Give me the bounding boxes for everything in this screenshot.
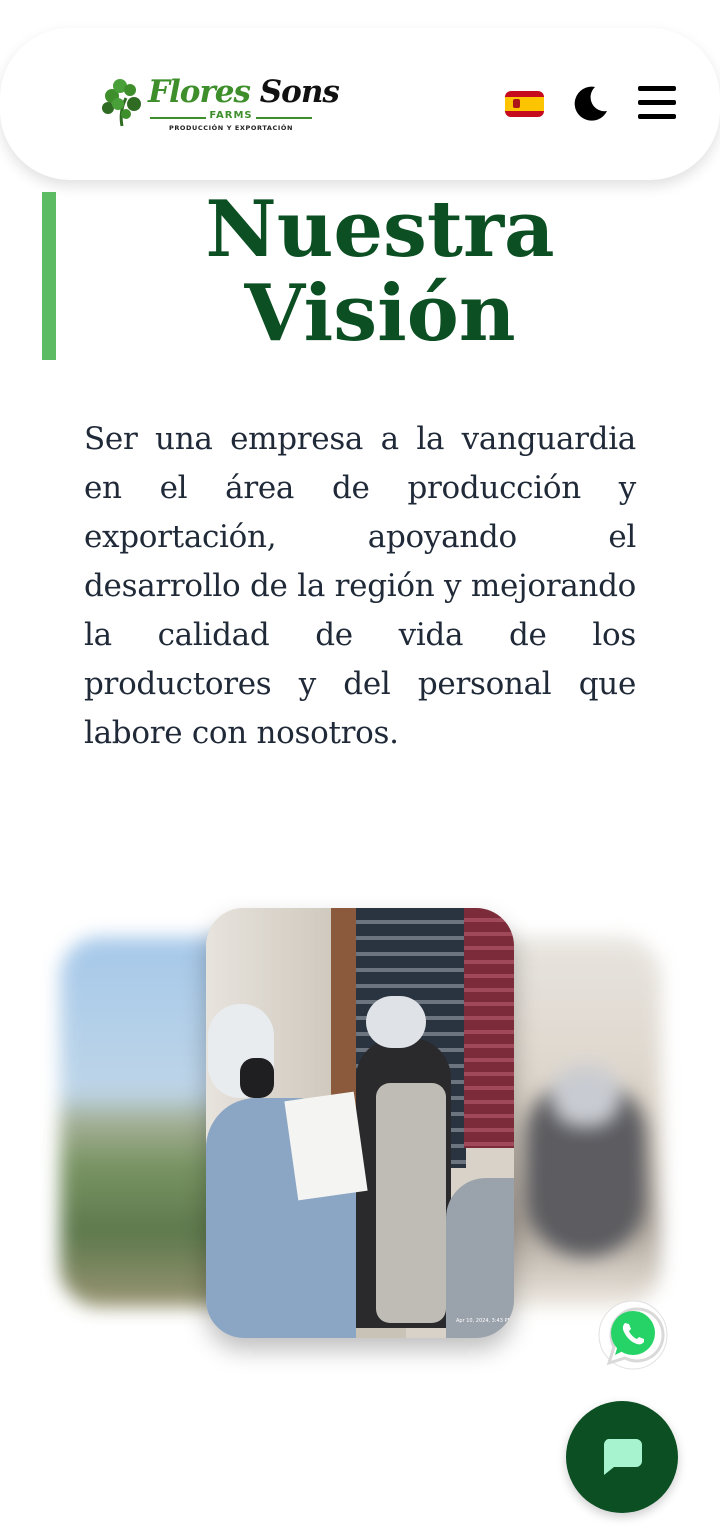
spain-flag-icon[interactable]: [505, 91, 544, 117]
logo-tagline: PRODUCCIÓN Y EXPORTACIÓN: [168, 124, 294, 132]
moon-icon[interactable]: [573, 85, 609, 121]
leaf-icon: [102, 79, 141, 127]
carousel-slide-active[interactable]: Apr 10, 2024, 3:43 PM: [206, 908, 514, 1338]
logo[interactable]: Flores Sons FARMS PRODUCCIÓN Y EXPORTACI…: [100, 74, 340, 138]
vision-text: Ser una empresa a la vanguardia en el ár…: [84, 421, 636, 751]
logo-brand-secondary: Sons: [259, 74, 340, 110]
chat-button[interactable]: [566, 1401, 678, 1513]
hamburger-menu-icon[interactable]: [638, 86, 676, 120]
logo-sub: FARMS: [209, 110, 253, 121]
section-title: Nuestra Visión: [60, 188, 700, 356]
logo-brand-primary: Flores: [148, 74, 251, 110]
chat-bubble-icon: [603, 1439, 642, 1475]
title-line-1: Nuestra: [205, 184, 555, 275]
photo-timestamp: Apr 10, 2024, 3:43 PM: [456, 1318, 512, 1324]
logo-divider: [256, 117, 312, 119]
logo-brand: Flores Sons: [148, 74, 340, 110]
whatsapp-icon[interactable]: [597, 1299, 669, 1371]
accent-bar: [42, 192, 56, 360]
page: Flores Sons FARMS PRODUCCIÓN Y EXPORTACI…: [0, 0, 720, 1529]
title-line-2: Visión: [244, 268, 516, 359]
